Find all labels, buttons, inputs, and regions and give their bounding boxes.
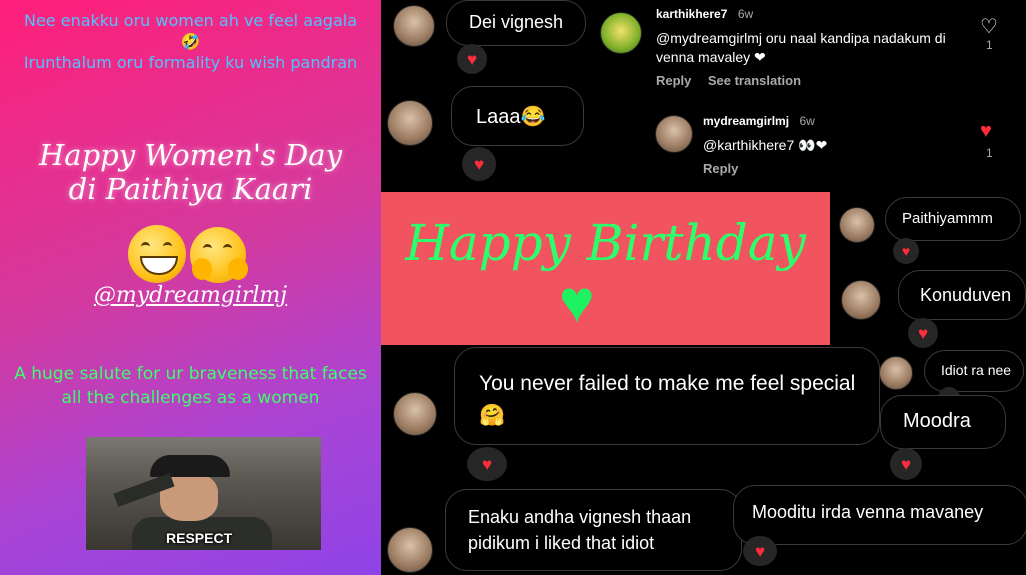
womens-day-card: Nee enakku oru women ah ve feel aagala 🤣…	[0, 0, 381, 575]
comment-text: @karthikhere7 👀❤	[703, 137, 828, 153]
see-translation-link[interactable]: See translation	[708, 73, 801, 88]
comment: karthikhere7 6w @mydreamgirlmj oru naal …	[656, 5, 956, 90]
heart-reaction-icon[interactable]: ♥	[890, 448, 922, 480]
avatar	[393, 392, 437, 436]
heart-reaction-icon[interactable]: ♥	[908, 318, 938, 348]
avatar	[841, 280, 881, 320]
message-bubble[interactable]: Mooditu irda venna mavaney	[733, 485, 1026, 545]
avatar	[879, 356, 913, 390]
comment-username[interactable]: mydreamgirlmj	[703, 114, 789, 128]
message-text: You never failed to make me feel special…	[479, 372, 856, 427]
handle-text: @mydreamgirlmj	[93, 283, 288, 308]
message-text: Idiot ra nee	[941, 362, 1012, 378]
reply-link[interactable]: Reply	[703, 161, 738, 176]
happy-birthday-banner: Happy Birthday ♥	[381, 192, 830, 345]
like-count: 1	[986, 146, 993, 160]
banner-title: Happy Birthday	[405, 214, 806, 272]
avatar	[387, 100, 433, 146]
comment-text: @mydreamgirlmj oru naal kandipa nadakum …	[656, 30, 946, 65]
liked-heart-icon[interactable]: ♥	[980, 120, 992, 143]
grinning-emoji-icon	[128, 225, 186, 283]
message-text: Paithiyammm	[902, 210, 993, 227]
green-heart-icon: ♥	[559, 268, 595, 335]
message-text: Dei vignesh	[469, 12, 564, 32]
greeting-line-1: Happy Women's Day	[39, 138, 342, 172]
greeting-line-2: di Paithiya Kaari	[68, 172, 313, 206]
heart-reaction-icon[interactable]: ♥	[893, 238, 919, 264]
avatar	[387, 527, 433, 573]
like-count: 1	[986, 38, 993, 52]
reply-link[interactable]: Reply	[656, 73, 691, 88]
avatar	[655, 115, 693, 153]
message-bubble[interactable]: Enaku andha vignesh thaan pidikum i like…	[445, 489, 742, 571]
salute-gif: RESPECT	[86, 437, 321, 550]
comment-time: 6w	[799, 114, 815, 128]
message-bubble[interactable]: You never failed to make me feel special…	[454, 347, 880, 445]
message-bubble[interactable]: Dei vignesh	[446, 0, 586, 46]
salute-text: A huge salute for ur braveness that face…	[14, 364, 367, 408]
gif-caption: RESPECT	[166, 530, 233, 546]
message-bubble[interactable]: Idiot ra nee	[924, 350, 1024, 392]
message-bubble[interactable]: Paithiyammm	[885, 197, 1021, 241]
intro-line-1: Nee enakku oru women ah ve feel aagala 🤣	[23, 11, 358, 51]
message-text: Moodra	[903, 410, 971, 432]
comment-username[interactable]: karthikhere7	[656, 7, 727, 21]
intro-line-2: Irunthalum oru formality ku wish pandran	[23, 53, 358, 72]
message-bubble[interactable]: Konuduven	[898, 270, 1026, 320]
message-text: Enaku andha vignesh thaan pidikum i like…	[468, 507, 692, 553]
avatar	[393, 5, 435, 47]
heart-reaction-icon[interactable]: ♥	[462, 147, 496, 181]
heart-reaction-icon[interactable]: ♥	[467, 447, 507, 481]
message-text: Mooditu irda venna mavaney	[752, 502, 984, 522]
comment: mydreamgirlmj 6w @karthikhere7 👀❤ Reply	[703, 112, 953, 178]
heart-reaction-icon[interactable]: ♥	[743, 536, 777, 566]
hugging-hands-icon	[192, 258, 248, 282]
message-text: Konuduven	[920, 285, 1012, 305]
message-text: Laaa😂	[476, 106, 546, 128]
avatar	[839, 207, 875, 243]
comment-time: 6w	[737, 7, 754, 21]
like-heart-outline-icon[interactable]: ♡	[980, 14, 998, 39]
heart-reaction-icon[interactable]: ♥	[457, 44, 487, 74]
message-bubble[interactable]: Moodra	[880, 395, 1006, 449]
avatar	[600, 12, 642, 54]
message-bubble[interactable]: Laaa😂	[451, 86, 584, 146]
